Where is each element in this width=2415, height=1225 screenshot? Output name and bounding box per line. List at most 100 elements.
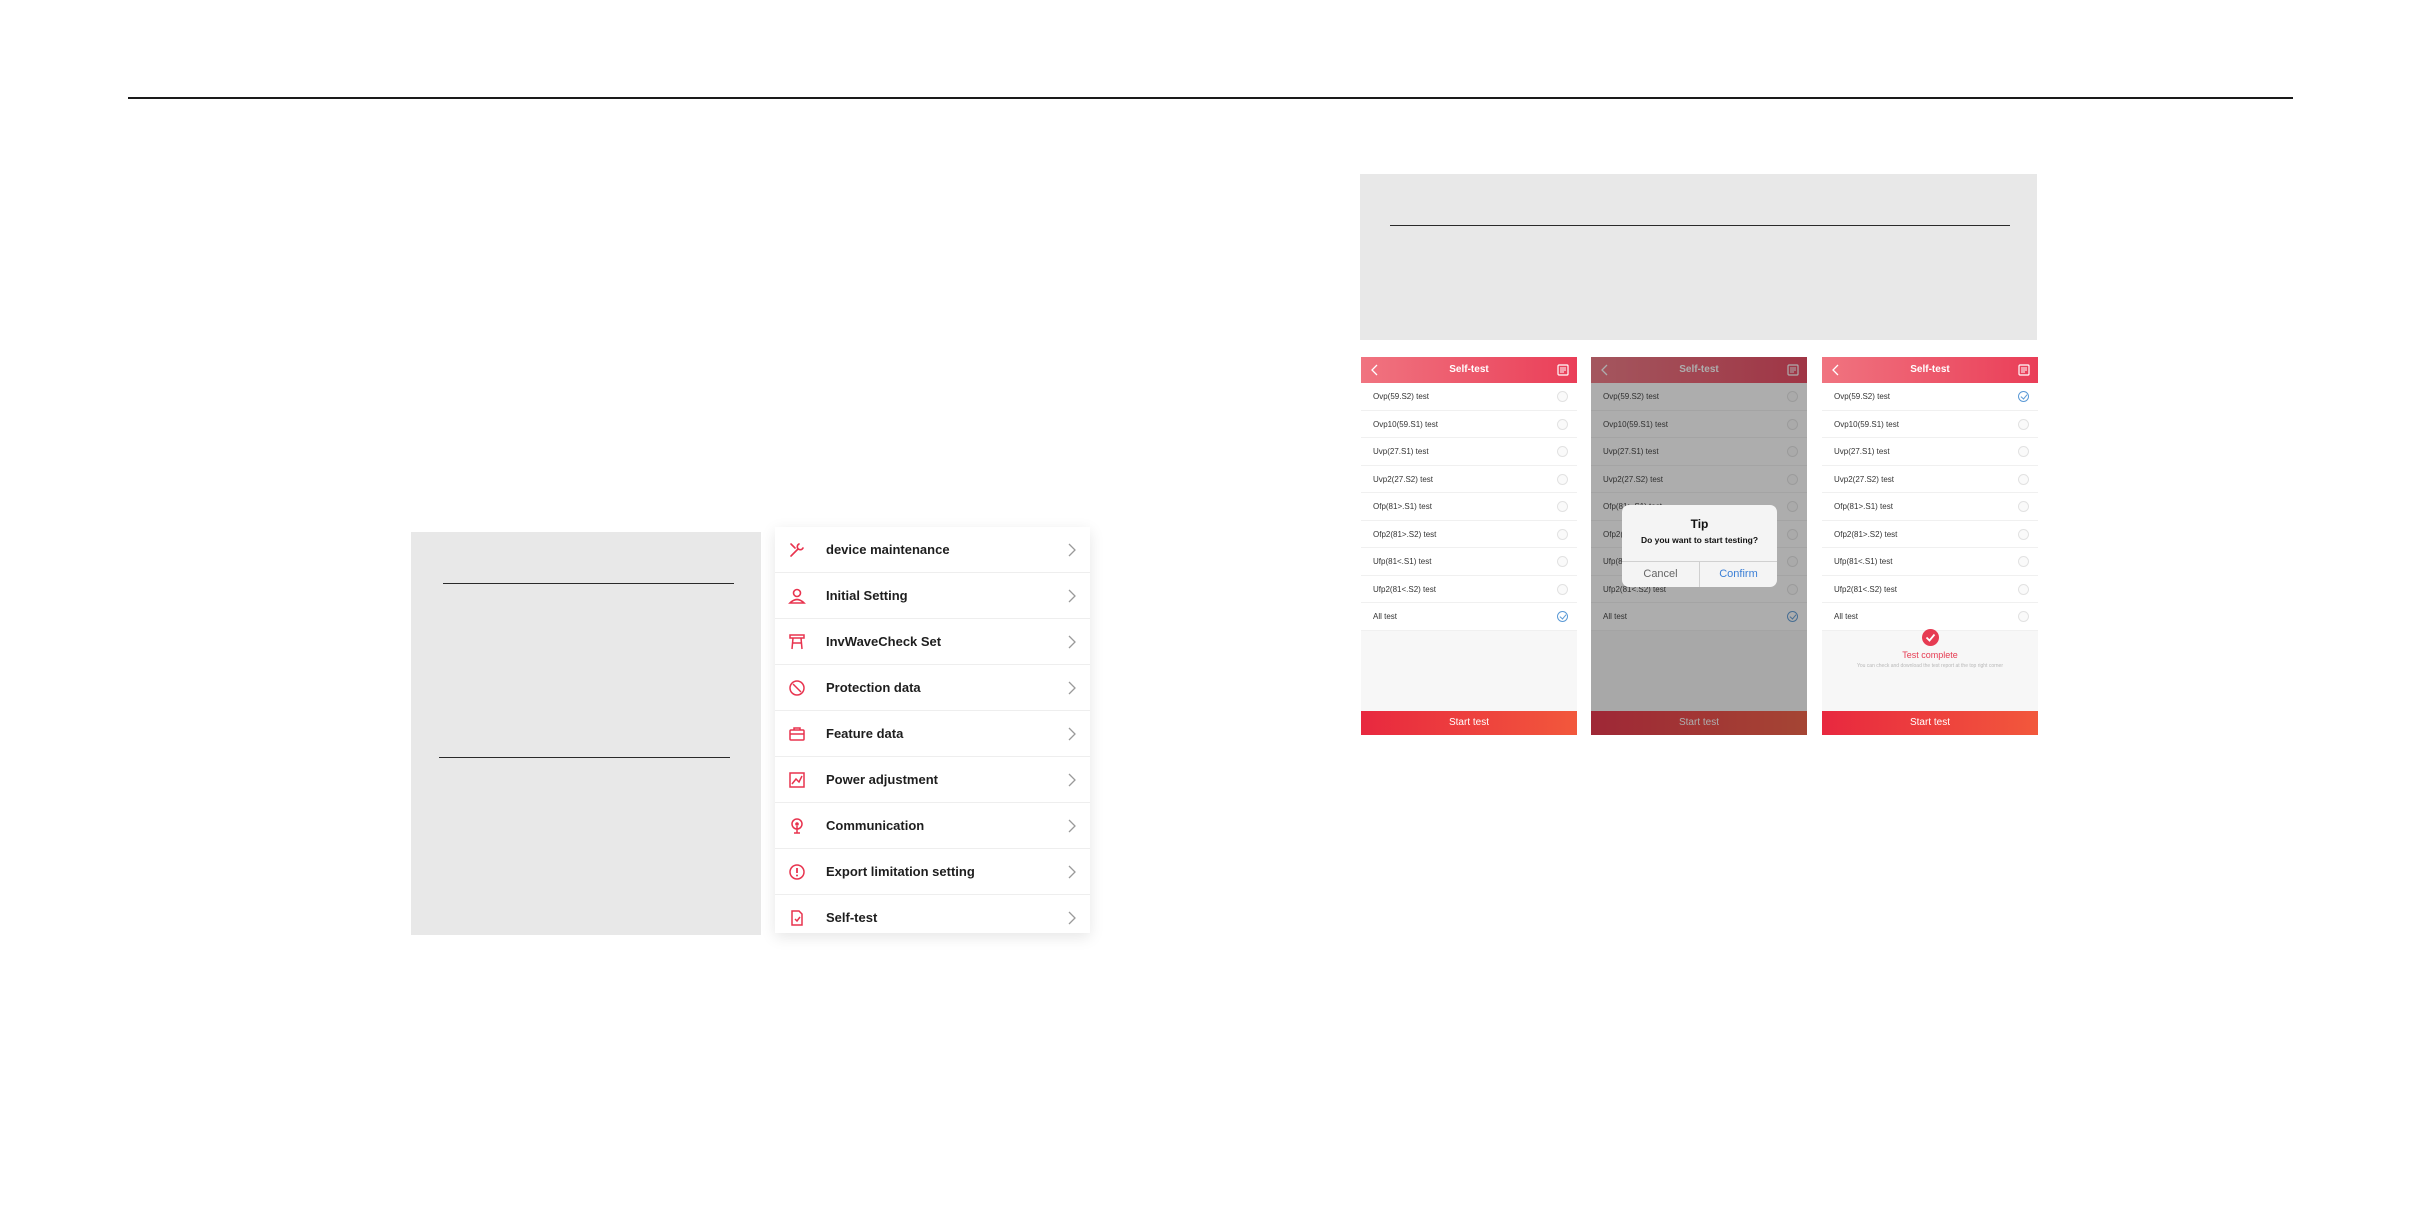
test-label: Ofp(81>.S1) test <box>1834 502 1893 511</box>
panel-divider <box>1390 225 2010 226</box>
antenna-icon <box>791 818 803 834</box>
test-radio[interactable] <box>1557 391 1568 402</box>
panel-divider <box>439 757 730 758</box>
test-radio[interactable] <box>1557 473 1568 485</box>
test-list: Ovp(59.S2) test Ovp10(59.S1) test Uvp(27… <box>1822 383 2038 631</box>
dialog-message: Do you want to start testing? <box>1640 535 1759 545</box>
phone-screen-complete: Self-test Ovp(59.S2) test Ovp10(59.S1) t… <box>1822 357 2038 735</box>
settings-item-feature-data[interactable]: Feature data <box>775 711 1090 757</box>
test-row[interactable]: Ofp2(81>.S2) test <box>1361 521 1577 548</box>
test-radio[interactable] <box>2018 583 2029 595</box>
test-row[interactable]: Uvp(27.S1) test <box>1361 438 1577 466</box>
settings-item-label: InvWaveCheck Set <box>826 634 942 649</box>
test-row[interactable]: Ovp(59.S2) test <box>1361 383 1577 411</box>
settings-item-label: device maintenance <box>826 542 950 557</box>
briefcase-icon <box>789 727 805 741</box>
test-radio-checked[interactable] <box>1557 611 1568 622</box>
test-list: Ovp(59.S2) test Ovp10(59.S1) test Uvp(27… <box>1361 383 1577 631</box>
gauge-icon <box>789 864 805 880</box>
chevron-right-icon <box>1068 865 1076 879</box>
settings-item-initial-setting[interactable]: Initial Setting <box>775 573 1090 619</box>
settings-item-label: Communication <box>826 818 925 833</box>
test-label: Ufp(81<.S1) test <box>1834 557 1893 566</box>
chevron-right-icon <box>1068 773 1076 787</box>
user-setting-icon <box>788 588 806 604</box>
confirm-button[interactable]: Confirm <box>1700 562 1777 587</box>
settings-menu: device maintenance Initial Setting InvWa… <box>775 527 1090 933</box>
settings-item-self-test[interactable]: Self-test <box>775 895 1090 941</box>
test-row[interactable]: Uvp2(27.S2) test <box>1822 466 2038 493</box>
phone-screen-select: Self-test Ovp(59.S2) test Ovp10(59.S1) t… <box>1361 357 1577 735</box>
test-row[interactable]: Ovp10(59.S1) test <box>1822 411 2038 438</box>
settings-item-label: Feature data <box>826 726 904 741</box>
dialog-title: Tip <box>1690 517 1709 531</box>
left-text-panel <box>411 532 761 935</box>
settings-item-device-maintenance[interactable]: device maintenance <box>775 527 1090 573</box>
chart-adjust-icon <box>789 772 805 788</box>
test-label: Uvp(27.S1) test <box>1834 447 1890 456</box>
tower-icon <box>789 634 805 650</box>
test-row[interactable]: Ofp(81>.S1) test <box>1361 493 1577 521</box>
test-radio[interactable] <box>2018 528 2029 540</box>
page-top-divider <box>128 97 2293 99</box>
test-complete-status: Test complete You can check and download… <box>1822 629 2038 669</box>
test-radio[interactable] <box>2018 611 2029 622</box>
right-text-panel <box>1360 174 2037 340</box>
test-row[interactable]: Ufp(81<.S1) test <box>1822 548 2038 576</box>
test-row[interactable]: Ofp2(81>.S2) test <box>1822 521 2038 548</box>
chevron-right-icon <box>1068 727 1076 741</box>
test-radio-checked[interactable] <box>2018 391 2029 402</box>
test-row[interactable]: All test <box>1361 603 1577 631</box>
test-radio[interactable] <box>2018 501 2029 512</box>
test-row[interactable]: Ovp(59.S2) test <box>1822 383 2038 411</box>
settings-item-communication[interactable]: Communication <box>775 803 1090 849</box>
confirm-dialog: Tip Do you want to start testing? Cancel… <box>1622 505 1777 587</box>
report-icon[interactable] <box>2018 364 2030 376</box>
settings-item-export-limitation-setting[interactable]: Export limitation setting <box>775 849 1090 895</box>
settings-item-protection-data[interactable]: Protection data <box>775 665 1090 711</box>
settings-item-label: Export limitation setting <box>826 864 975 879</box>
chevron-right-icon <box>1068 589 1076 603</box>
test-radio[interactable] <box>1557 418 1568 430</box>
document-check-icon <box>791 910 803 926</box>
settings-item-invwavecheck-set[interactable]: InvWaveCheck Set <box>775 619 1090 665</box>
test-row[interactable]: Ofp(81>.S1) test <box>1822 493 2038 521</box>
start-test-button[interactable]: Start test <box>1822 711 2038 735</box>
settings-item-label: Self-test <box>826 910 878 925</box>
shield-icon <box>789 680 805 696</box>
test-label: All test <box>1834 612 1859 621</box>
complete-title: Test complete <box>1902 650 1958 660</box>
test-label: Ufp2(81<.S2) test <box>1373 584 1436 594</box>
settings-item-label: Protection data <box>826 680 921 695</box>
test-radio[interactable] <box>2018 556 2029 567</box>
start-test-button[interactable]: Start test <box>1361 711 1577 735</box>
test-row[interactable]: Ufp2(81<.S2) test <box>1361 576 1577 603</box>
test-row[interactable]: Ovp10(59.S1) test <box>1361 411 1577 438</box>
test-radio[interactable] <box>1557 501 1568 512</box>
test-row[interactable]: Ufp(81<.S1) test <box>1361 548 1577 576</box>
chevron-right-icon <box>1068 681 1076 695</box>
cancel-button[interactable]: Cancel <box>1622 562 1699 587</box>
test-row[interactable]: Uvp2(27.S2) test <box>1361 466 1577 493</box>
test-radio[interactable] <box>1557 528 1568 540</box>
test-label: Uvp(27.S1) test <box>1373 447 1429 456</box>
test-row[interactable]: Uvp(27.S1) test <box>1822 438 2038 466</box>
test-label: Ofp(81>.S1) test <box>1373 502 1432 511</box>
test-radio[interactable] <box>1557 583 1568 595</box>
test-label: Ufp(81<.S1) test <box>1373 557 1432 566</box>
test-radio[interactable] <box>1557 446 1568 457</box>
settings-item-power-adjustment[interactable]: Power adjustment <box>775 757 1090 803</box>
test-row[interactable]: All test <box>1822 603 2038 631</box>
wrench-icon <box>790 543 804 557</box>
test-row[interactable]: Ufp2(81<.S2) test <box>1822 576 2038 603</box>
test-radio[interactable] <box>2018 446 2029 457</box>
phone-screen-confirm: Self-test Ovp(59.S2) test Ovp10(59.S1) t… <box>1591 357 1807 735</box>
test-radio[interactable] <box>1557 556 1568 567</box>
test-radio[interactable] <box>2018 418 2029 430</box>
test-radio[interactable] <box>2018 473 2029 485</box>
test-label: Ufp2(81<.S2) test <box>1834 584 1897 594</box>
test-label: Uvp2(27.S2) test <box>1834 474 1895 484</box>
settings-item-label: Initial Setting <box>826 588 908 603</box>
test-label: Uvp2(27.S2) test <box>1373 474 1434 484</box>
report-icon[interactable] <box>1557 364 1569 376</box>
